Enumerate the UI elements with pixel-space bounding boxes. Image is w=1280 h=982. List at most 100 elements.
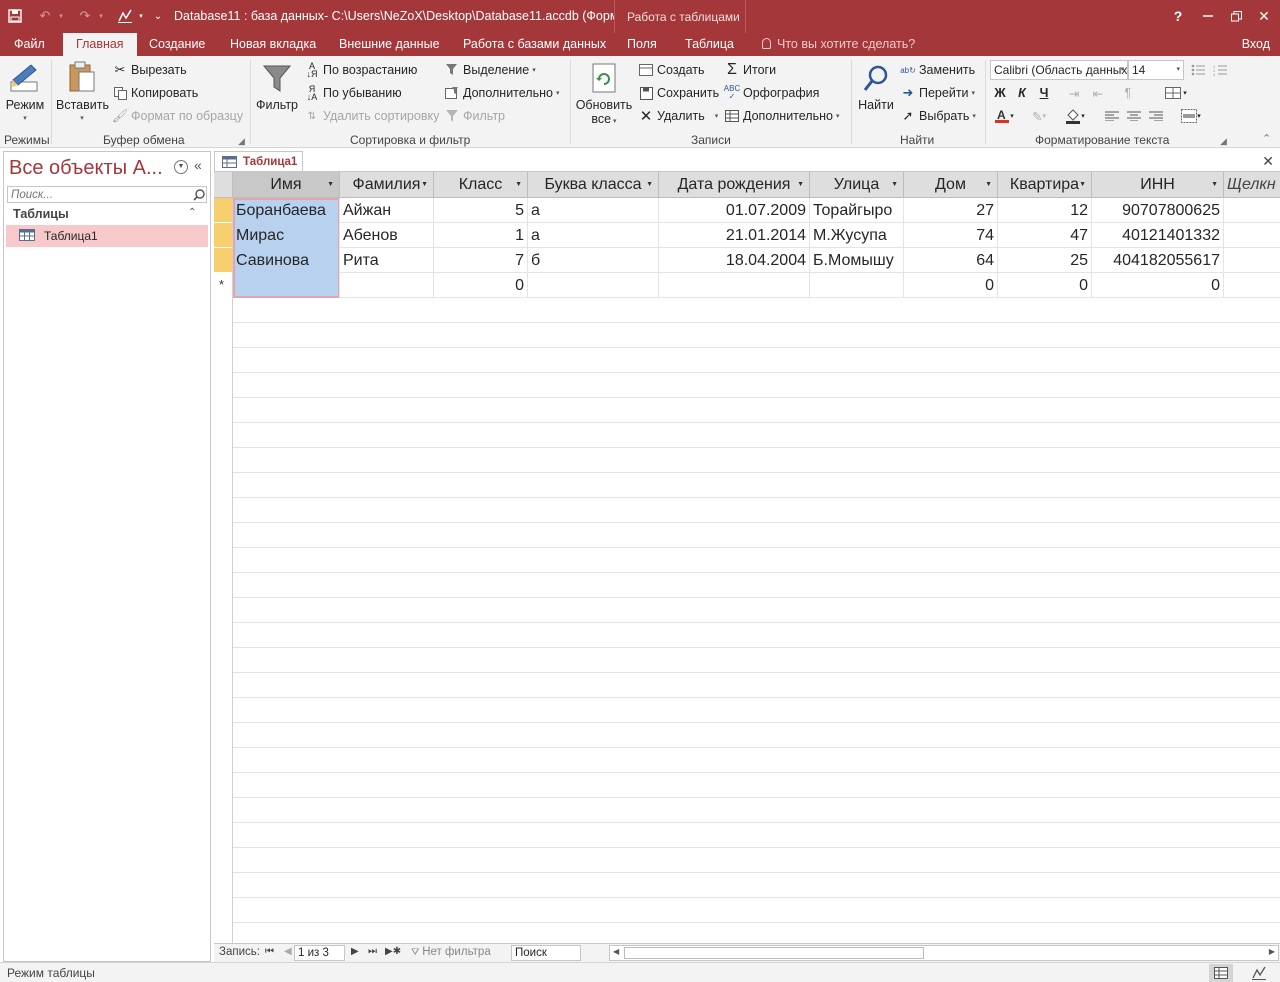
column-filter-dropdown-icon[interactable]: ▼ xyxy=(515,172,522,197)
table-cell[interactable]: Боранбаева xyxy=(233,198,340,223)
select-button[interactable]: ➚ Выбрать ▾ xyxy=(900,106,976,126)
table-cell[interactable]: 12 xyxy=(998,198,1092,223)
column-filter-dropdown-icon[interactable]: ▼ xyxy=(646,172,653,197)
table-cell[interactable]: 74 xyxy=(904,223,998,248)
select-all-corner[interactable] xyxy=(214,172,233,198)
column-filter-dropdown-icon[interactable]: ▼ xyxy=(421,172,428,197)
previous-record-icon[interactable]: ◀ xyxy=(284,946,292,957)
nav-item-table1[interactable]: Таблица1 xyxy=(6,225,208,247)
gridlines-icon[interactable]: ▾ xyxy=(1162,83,1190,103)
new-record-icon[interactable]: ▶✱ xyxy=(385,946,401,957)
paragraph-direction-icon[interactable]: ¶ xyxy=(1118,83,1138,103)
sort-descending-button[interactable]: Я ↓А По убыванию xyxy=(304,83,402,103)
nav-group-tables[interactable]: Таблицы xyxy=(13,207,69,221)
tab-database-tools[interactable]: Работа с базами данных xyxy=(463,33,606,56)
table-cell[interactable]: 25 xyxy=(998,248,1092,273)
underline-button[interactable]: Ч xyxy=(1034,83,1054,103)
table-cell[interactable]: 47 xyxy=(998,223,1092,248)
table-cell[interactable]: 01.07.2009 xyxy=(659,198,810,223)
record-search-input[interactable]: Поиск xyxy=(511,945,581,961)
table-cell[interactable]: 0 xyxy=(1092,273,1224,298)
save-record-button[interactable]: Сохранить xyxy=(638,83,719,103)
column-header-6[interactable]: Улица ▼ xyxy=(810,172,904,198)
cut-button[interactable]: ✂ Вырезать xyxy=(112,60,187,80)
close-document-icon[interactable]: ✕ xyxy=(1262,153,1274,170)
redo-icon[interactable]: ↷ xyxy=(74,4,96,28)
refresh-all-button[interactable]: Обновить все ▾ xyxy=(575,60,633,126)
current-record-field[interactable]: 1 из 3 xyxy=(294,945,345,961)
table-cell[interactable]: Торайгыро xyxy=(810,198,904,223)
table-cell[interactable]: 7 xyxy=(434,248,528,273)
font-size-combo[interactable]: 14 ▾ xyxy=(1128,60,1184,80)
dialog-launcher-icon[interactable]: ◢ xyxy=(1220,136,1227,147)
fill-color-icon[interactable]: ▾ xyxy=(1060,106,1090,126)
table-cell[interactable] xyxy=(659,273,810,298)
column-filter-dropdown-icon[interactable]: ▼ xyxy=(985,172,992,197)
font-name-combo[interactable]: Calibri (Область данных) ▾ xyxy=(990,60,1128,80)
table-cell[interactable]: а xyxy=(528,198,659,223)
undo-dropdown-icon[interactable]: ▾ xyxy=(56,4,66,28)
column-header-9[interactable]: ИНН ▼ xyxy=(1092,172,1224,198)
decrease-indent-icon[interactable]: ⇤ xyxy=(1088,83,1108,103)
scrollbar-thumb[interactable] xyxy=(624,947,924,959)
column-filter-dropdown-icon[interactable]: ▼ xyxy=(1211,172,1218,197)
last-record-icon[interactable]: ⏭ xyxy=(368,946,377,957)
sign-in-link[interactable]: Вход xyxy=(1242,37,1270,51)
table-cell[interactable] xyxy=(233,273,340,298)
datasheet-view-icon[interactable] xyxy=(1209,964,1233,982)
tell-me-search[interactable]: Что вы хотите сделать? xyxy=(762,37,915,51)
bullets-icon[interactable] xyxy=(1188,60,1208,80)
document-tab-table1[interactable]: Таблица1 xyxy=(214,151,303,172)
column-filter-dropdown-icon[interactable]: ▼ xyxy=(327,172,334,197)
replace-button[interactable]: ab↻ Заменить xyxy=(900,60,975,80)
column-header-7[interactable]: Дом ▼ xyxy=(904,172,998,198)
column-header-3[interactable]: Класс ▼ xyxy=(434,172,528,198)
advanced-filter-button[interactable]: Дополнительно ▾ xyxy=(444,83,559,103)
bold-button[interactable]: Ж xyxy=(990,83,1010,103)
table-cell[interactable]: б xyxy=(528,248,659,273)
scroll-left-icon[interactable]: ◀ xyxy=(613,947,619,956)
table-cell[interactable] xyxy=(810,273,904,298)
goto-button[interactable]: ➜ Перейти ▾ xyxy=(900,83,976,103)
table-cell[interactable] xyxy=(528,273,659,298)
new-record-selector[interactable]: * xyxy=(214,273,232,297)
table-cell[interactable]: 1 xyxy=(434,223,528,248)
toggle-filter-button[interactable]: Фильтр xyxy=(444,106,505,126)
column-header-10[interactable]: Щелкн xyxy=(1224,172,1280,198)
column-header-8[interactable]: Квартира ▼ xyxy=(998,172,1092,198)
undo-icon[interactable]: ↶ xyxy=(34,4,56,28)
align-center-icon[interactable] xyxy=(1124,106,1144,126)
numbering-icon[interactable]: 123 xyxy=(1210,60,1230,80)
table-cell[interactable]: 27 xyxy=(904,198,998,223)
view-mode-icon[interactable] xyxy=(114,4,136,28)
record-selector[interactable] xyxy=(214,198,232,222)
table-cell[interactable]: 0 xyxy=(904,273,998,298)
new-record-button[interactable]: Создать xyxy=(638,60,705,80)
dialog-launcher-icon[interactable]: ◢ xyxy=(238,136,245,147)
table-cell[interactable]: а xyxy=(528,223,659,248)
collapse-group-icon[interactable]: ⌃ xyxy=(188,207,196,218)
horizontal-scrollbar[interactable]: ◀ ▶ xyxy=(609,945,1279,961)
increase-indent-icon[interactable]: ⇥ xyxy=(1064,83,1084,103)
column-header-2[interactable]: Фамилия ▼ xyxy=(340,172,434,198)
table-cell[interactable]: 18.04.2004 xyxy=(659,248,810,273)
table-cell[interactable]: 0 xyxy=(434,273,528,298)
save-icon[interactable] xyxy=(4,4,26,28)
font-color-icon[interactable]: A ▾ xyxy=(990,106,1018,126)
design-view-icon[interactable] xyxy=(1247,964,1271,982)
selection-button[interactable]: Выделение ▾ xyxy=(444,60,536,80)
help-icon[interactable]: ? xyxy=(1166,4,1190,28)
align-right-icon[interactable] xyxy=(1146,106,1166,126)
tab-fields[interactable]: Поля xyxy=(627,33,657,56)
minimize-icon[interactable] xyxy=(1196,4,1220,28)
nav-pane-title[interactable]: Все объекты А... xyxy=(9,157,163,180)
nav-search-input[interactable] xyxy=(7,186,207,203)
no-filter-button[interactable]: ⛛ Нет фильтра xyxy=(411,946,491,958)
restore-icon[interactable] xyxy=(1224,4,1248,28)
record-selector[interactable] xyxy=(214,223,232,247)
totals-button[interactable]: Σ Итоги xyxy=(724,60,776,80)
highlight-icon[interactable]: ✎ ▾ xyxy=(1024,106,1054,126)
table-cell[interactable]: Мирас xyxy=(233,223,340,248)
find-button[interactable]: Найти xyxy=(856,60,896,112)
column-filter-dropdown-icon[interactable]: ▼ xyxy=(891,172,898,197)
